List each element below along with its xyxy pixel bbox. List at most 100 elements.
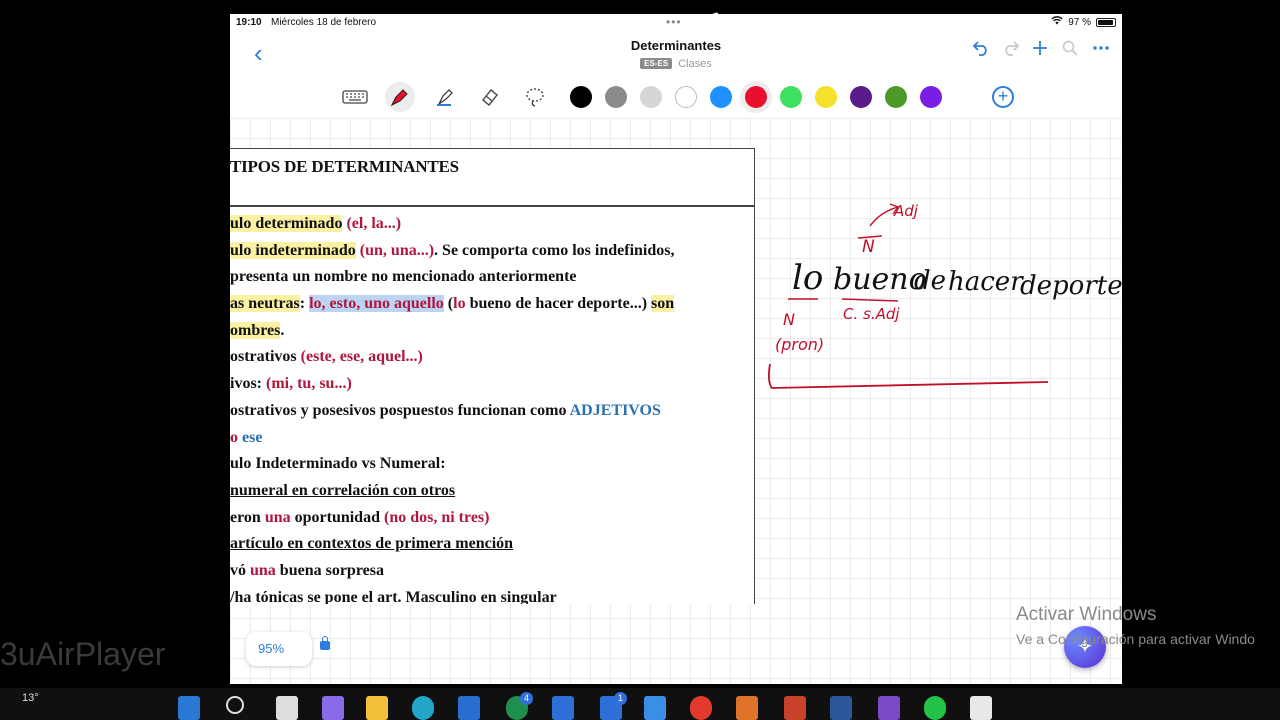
status-bar: 19:10 Miércoles 18 de febrero ••• 97 %	[230, 14, 1122, 32]
ipad-screen: 19:10 Miércoles 18 de febrero ••• 97 % ‹…	[230, 14, 1122, 684]
pen-tool-icon[interactable]	[385, 82, 415, 112]
document-line: presenta un nombre no mencionado anterio…	[230, 264, 675, 291]
line-segment: ostrativos	[230, 348, 301, 366]
document-line: ostrativos y posesivos pospuestos funcio…	[230, 398, 675, 425]
multitask-dots-icon[interactable]: •••	[666, 15, 682, 29]
task-view-icon[interactable]	[276, 696, 298, 720]
line-segment: ulo indeterminado	[230, 241, 356, 259]
windows-taskbar: 13° 4 1	[0, 688, 1280, 720]
line-segment: vó	[230, 561, 250, 579]
color-swatch[interactable]	[850, 86, 872, 108]
color-swatch[interactable]	[640, 86, 662, 108]
weather-widget[interactable]: 13°	[22, 692, 39, 704]
line-segment: bueno de hacer deporte...)	[465, 295, 652, 313]
line-segment: ombres	[230, 321, 281, 339]
activation-watermark-sub: Ve a Configuración para activar Windo	[1016, 631, 1255, 647]
title-actions	[972, 40, 1109, 56]
zoom-value: 95%	[258, 641, 285, 656]
line-segment: /ha tónicas se pone el art. Masculino en…	[230, 588, 557, 604]
line-segment: son	[651, 295, 675, 313]
start-icon[interactable]	[178, 696, 200, 720]
add-color-icon[interactable]: +	[992, 86, 1014, 108]
lock-icon[interactable]	[320, 636, 330, 650]
document-line: ivos: (mi, tu, su...)	[230, 371, 675, 398]
document-heading: TIPOS DE DETERMINANTES	[230, 157, 459, 176]
search-icon[interactable]	[1062, 40, 1078, 56]
edge-icon[interactable]	[412, 696, 434, 720]
line-segment: ese	[242, 428, 263, 446]
line-segment: ADJETIVOS	[569, 401, 661, 419]
battery-icon	[1096, 17, 1116, 27]
document-line: ulo Indeterminado vs Numeral:	[230, 451, 675, 478]
color-swatch[interactable]	[675, 86, 697, 108]
color-swatch[interactable]	[710, 86, 732, 108]
line-segment: ivos:	[230, 375, 266, 393]
color-swatch[interactable]	[605, 86, 627, 108]
taskbar-badge-4: 4	[520, 692, 533, 705]
line-segment: buena sorpresa	[275, 561, 384, 579]
powerpoint-icon[interactable]	[784, 696, 806, 720]
taskbar-search-icon[interactable]	[226, 696, 244, 714]
document-line: ostrativos (este, ese, aquel...)	[230, 344, 675, 371]
color-swatch[interactable]	[920, 86, 942, 108]
document-line: as neutras: lo, esto, uno aquello (lo bu…	[230, 291, 675, 318]
chrome-icon[interactable]	[690, 696, 712, 720]
line-segment: numeral en correlación con otros	[230, 481, 456, 499]
wifi-icon	[1051, 16, 1063, 28]
airplayer-icon[interactable]	[970, 696, 992, 720]
note-canvas[interactable]: TIPOS DE DETERMINANTES ulo determinado (…	[230, 118, 1122, 684]
file-explorer-icon[interactable]	[366, 696, 388, 720]
line-segment: lo, esto, uno aquello	[309, 295, 444, 313]
color-swatch[interactable]	[570, 86, 592, 108]
lasso-icon[interactable]	[520, 82, 550, 112]
document-line: o ese	[230, 425, 675, 452]
color-swatch[interactable]	[815, 86, 837, 108]
line-segment: o	[230, 428, 238, 446]
language-badge: ES-ES	[640, 58, 673, 69]
line-segment: :	[299, 295, 310, 313]
teams-icon[interactable]	[322, 696, 344, 720]
word-icon[interactable]	[830, 696, 852, 720]
document-line: eron una oportunidad (no dos, ni tres)	[230, 505, 675, 532]
color-swatch[interactable]	[885, 86, 907, 108]
firefox-icon[interactable]	[736, 696, 758, 720]
spotify-icon[interactable]	[924, 696, 946, 720]
line-segment: ulo determinado	[230, 215, 343, 232]
line-segment: .	[280, 321, 285, 339]
status-date: Miércoles 18 de febrero	[271, 17, 377, 28]
line-segment: (no dos, ni tres)	[383, 508, 490, 526]
calendar-icon[interactable]	[552, 696, 574, 720]
document-divider	[230, 205, 754, 207]
mail-icon[interactable]	[644, 696, 666, 720]
line-segment: as neutras	[230, 295, 300, 313]
more-options-icon[interactable]	[1092, 40, 1109, 56]
battery-percent: 97 %	[1068, 16, 1091, 28]
folder-name[interactable]: Clases	[678, 58, 712, 70]
add-page-icon[interactable]	[1032, 40, 1048, 56]
document-subtitle: ES-ES Clases	[230, 58, 1122, 70]
eraser-icon[interactable]	[475, 82, 505, 112]
color-swatch[interactable]	[780, 86, 802, 108]
line-segment: (	[443, 295, 454, 313]
line-segment: oportunidad	[290, 508, 384, 526]
zoom-indicator[interactable]: 95%	[246, 632, 312, 666]
line-segment: (el, la...)	[346, 215, 402, 232]
document-line: ulo indeterminado (un, una...). Se compo…	[230, 238, 675, 265]
keyboard-icon[interactable]	[340, 82, 370, 112]
redo-icon[interactable]	[1002, 40, 1020, 56]
mirror-app-label: 3uAirPlayer	[0, 636, 166, 672]
onenote-icon[interactable]	[878, 696, 900, 720]
status-time: 19:10	[236, 17, 262, 28]
store-icon[interactable]	[458, 696, 480, 720]
line-segment: (este, ese, aquel...)	[300, 348, 423, 366]
undo-icon[interactable]	[972, 40, 988, 56]
pasted-document: TIPOS DE DETERMINANTES ulo determinado (…	[230, 148, 755, 604]
color-swatch[interactable]	[745, 86, 767, 108]
activation-watermark: Activar Windows	[1016, 604, 1157, 625]
line-segment: lo	[453, 295, 466, 313]
line-segment: (un, una...)	[359, 241, 435, 259]
line-segment: artículo en contextos de primera mención	[230, 535, 514, 553]
line-segment: eron	[230, 508, 265, 526]
screen: 19:10 Miércoles 18 de febrero ••• 97 % ‹…	[0, 0, 1280, 720]
highlighter-icon[interactable]	[430, 82, 460, 112]
